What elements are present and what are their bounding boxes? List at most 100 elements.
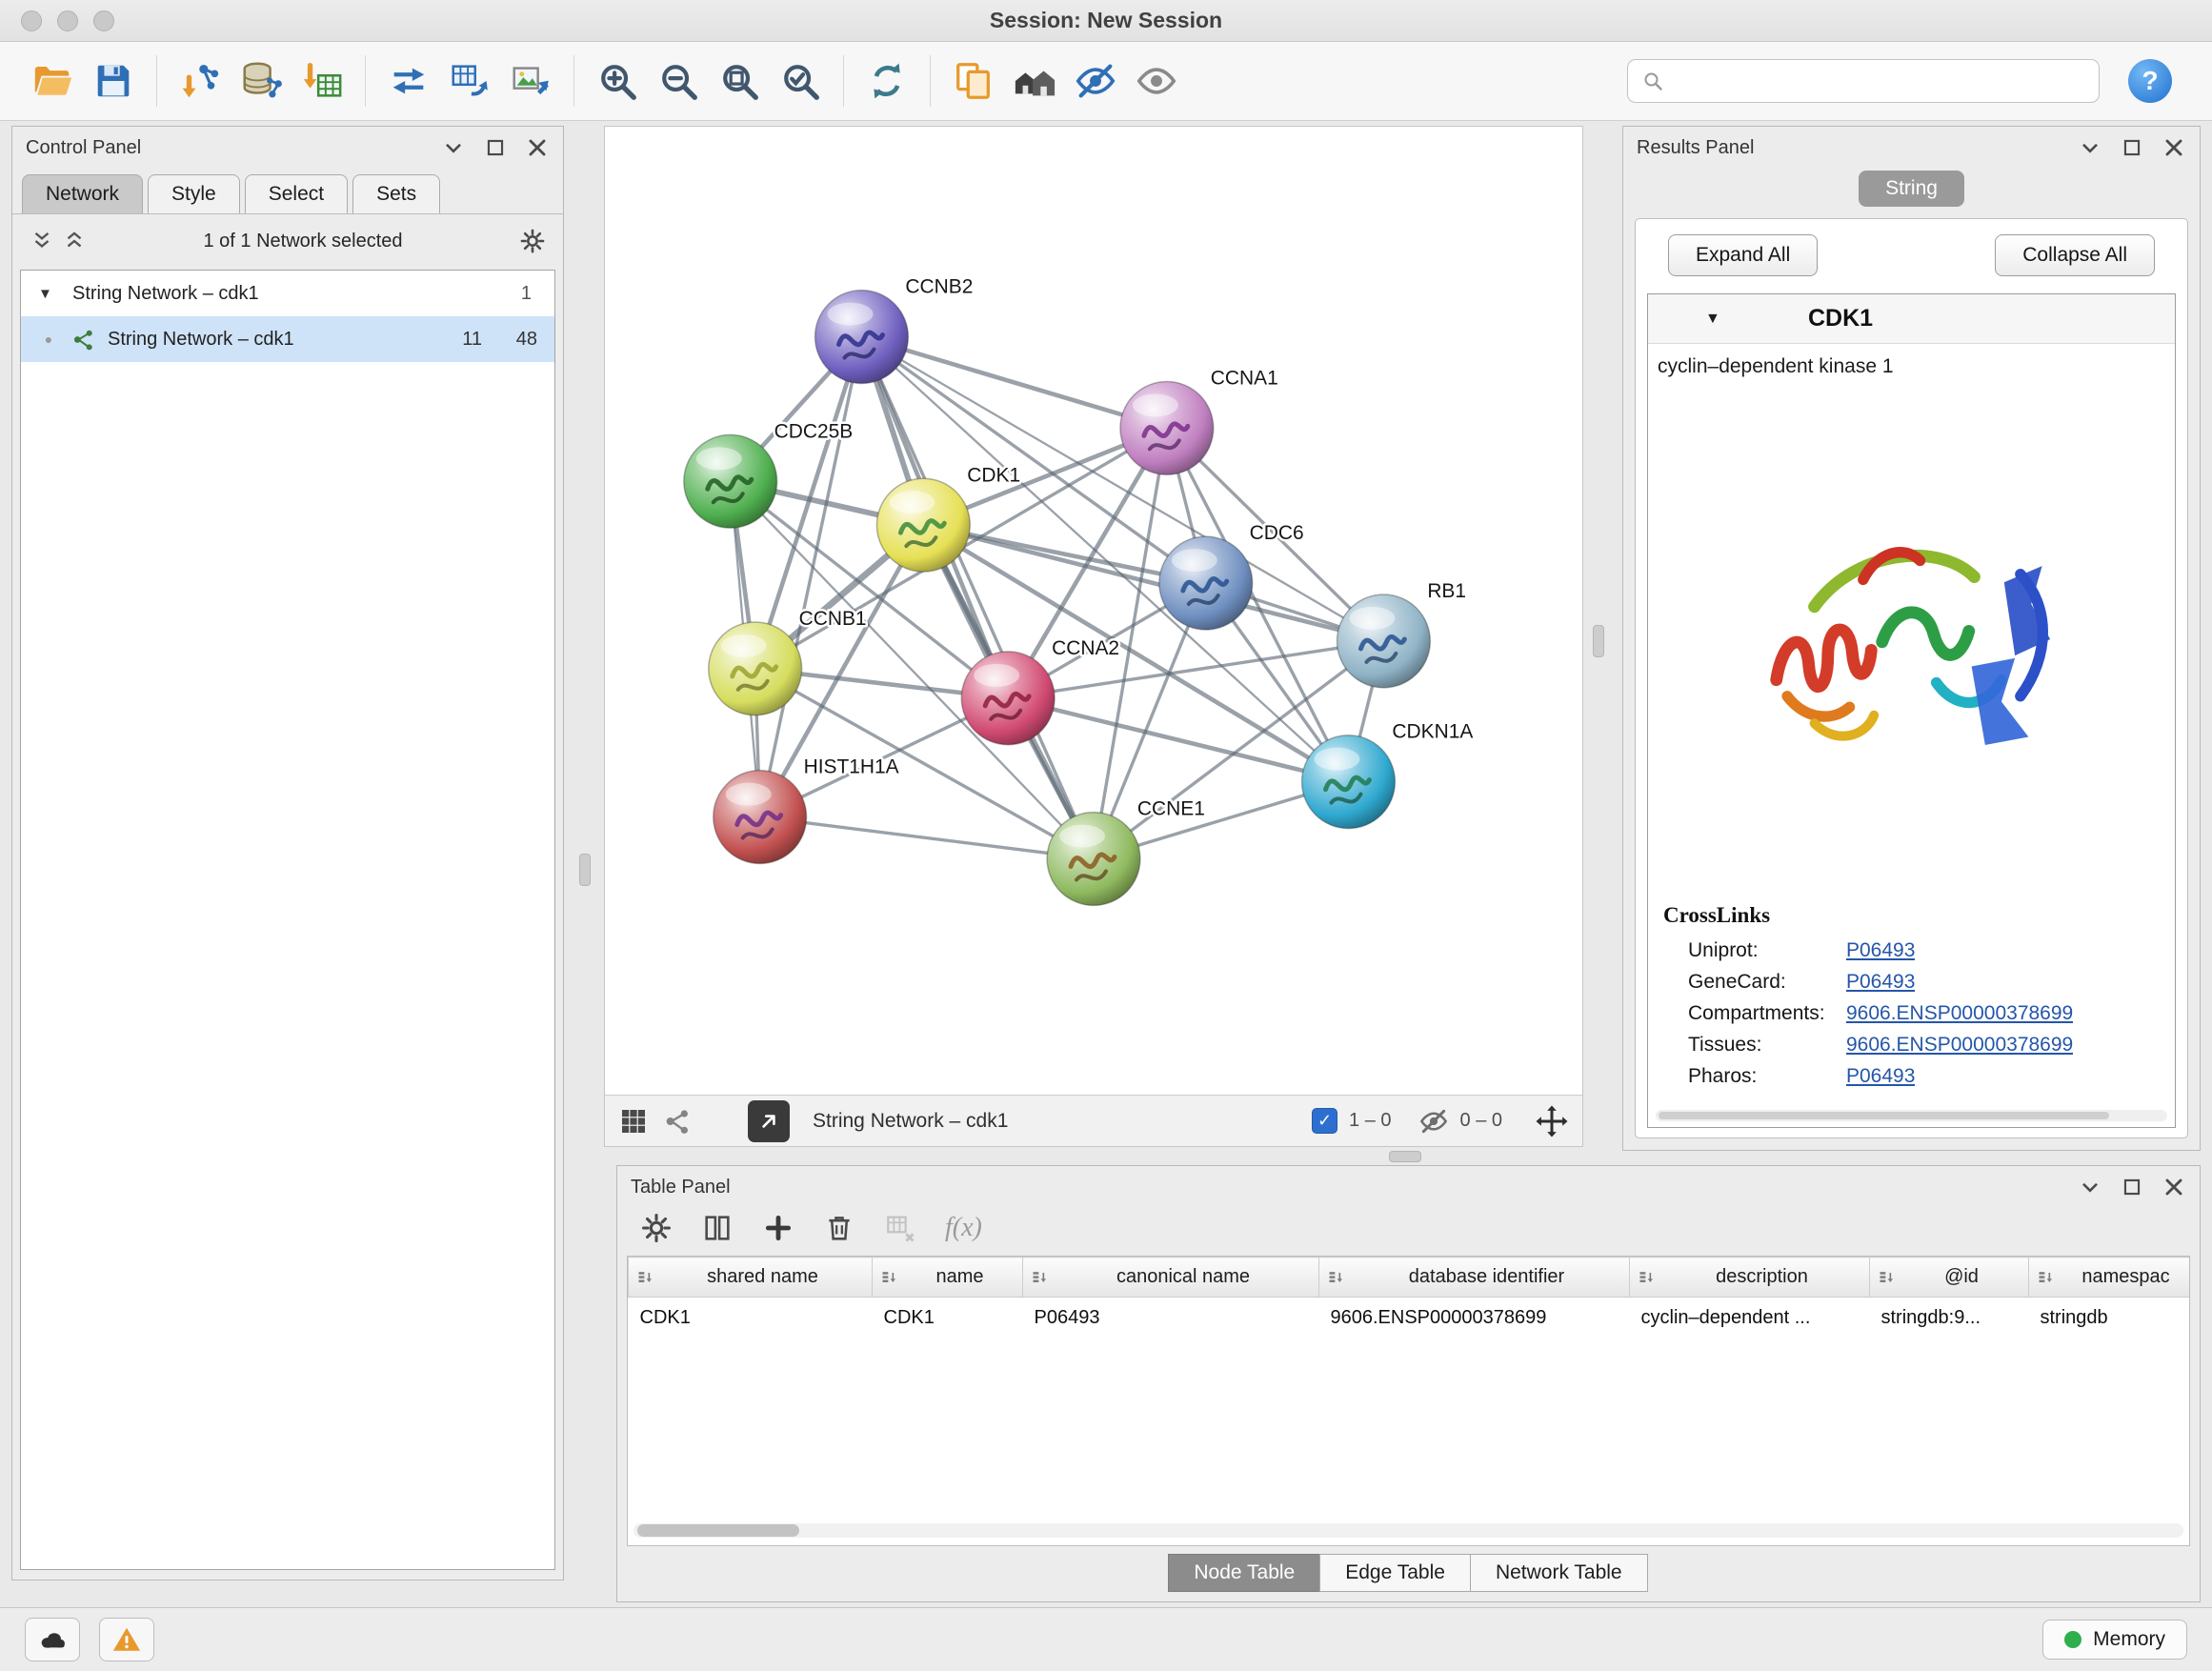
show-all-button[interactable] [1129,50,1184,111]
network-node-ccnb1[interactable] [709,622,802,715]
grid-view-icon[interactable] [618,1106,649,1137]
crosslink-value-link[interactable]: 9606.ENSP00000378699 [1846,1002,2073,1025]
close-panel-icon[interactable] [2162,1175,2186,1199]
disclosure-triangle-icon[interactable]: ▼ [38,286,61,302]
expand-all-button[interactable]: Expand All [1668,234,1818,276]
sort-icon[interactable] [636,1268,655,1287]
network-tree-root-row[interactable]: ▼ String Network – cdk1 1 [21,271,554,316]
import-table-button[interactable] [294,50,350,111]
table-cell[interactable]: 9606.ENSP00000378699 [1319,1298,1630,1339]
crosslink-value-link[interactable]: P06493 [1846,939,1915,962]
network-canvas-svg[interactable]: CCNB2CCNA1CDC25BCDK1CDC6RB1CCNB1CCNA2CDK… [605,127,1582,1095]
network-node-cdkn1a[interactable] [1302,735,1396,829]
memory-button[interactable]: Memory [2042,1620,2187,1660]
close-panel-icon[interactable] [2162,135,2186,160]
detach-view-button[interactable] [748,1100,790,1142]
tab-string[interactable]: String [1859,171,1964,207]
tab-sets[interactable]: Sets [352,174,440,213]
zoom-in-button[interactable] [590,50,645,111]
table-row[interactable]: CDK1CDK1P064939606.ENSP00000378699cyclin… [629,1298,2191,1339]
panel-menu-icon[interactable] [441,135,466,160]
network-edge[interactable] [861,337,1166,429]
collapse-entry-triangle-icon[interactable]: ▼ [1705,311,1728,328]
network-node-ccne1[interactable] [1047,813,1140,906]
network-node-cdk1[interactable] [876,478,970,572]
splitter-handle[interactable] [579,854,591,886]
sort-icon[interactable] [880,1268,899,1287]
network-edge[interactable] [861,337,1094,859]
table-cell[interactable]: stringdb:9... [1870,1298,2029,1339]
search-box[interactable] [1627,59,2100,103]
hidden-eye-slash-icon[interactable] [1418,1106,1449,1137]
column-header[interactable]: shared name [629,1258,873,1298]
tab-select[interactable]: Select [245,174,348,213]
close-window-button[interactable] [21,10,42,31]
cloud-button[interactable] [25,1618,80,1661]
network-node-cdc25b[interactable] [684,434,777,528]
network-node-ccna1[interactable] [1120,381,1214,474]
results-scrollbar[interactable] [1656,1110,2167,1121]
import-network-file-button[interactable] [172,50,228,111]
close-panel-icon[interactable] [525,135,550,160]
snapshot-button[interactable] [946,50,1001,111]
add-column-icon[interactable] [762,1212,794,1244]
splitter-handle[interactable] [1389,1151,1421,1162]
sort-icon[interactable] [1327,1268,1346,1287]
selected-checkbox[interactable]: ✓ [1312,1108,1337,1134]
sort-icon[interactable] [1878,1268,1897,1287]
maximize-window-button[interactable] [93,10,114,31]
network-tree-child-row[interactable]: ● String Network – cdk1 11 48 [21,316,554,362]
function-builder-button[interactable]: f(x) [945,1213,982,1243]
network-from-table-button[interactable] [442,50,497,111]
tab-node-table[interactable]: Node Table [1168,1554,1320,1592]
crosslink-value-link[interactable]: P06493 [1846,971,1915,994]
new-network-selection-button[interactable] [381,50,436,111]
expand-all-icon[interactable] [62,229,87,253]
network-canvas[interactable]: CCNB2CCNA1CDC25BCDK1CDC6RB1CCNB1CCNA2CDK… [605,127,1582,1095]
column-header[interactable]: database identifier [1319,1258,1630,1298]
help-button[interactable]: ? [2128,59,2172,103]
column-header[interactable]: description [1630,1258,1870,1298]
collapse-all-icon[interactable] [30,229,54,253]
network-node-ccnb2[interactable] [815,291,909,384]
table-cell[interactable]: CDK1 [873,1298,1023,1339]
collapse-all-button[interactable]: Collapse All [1995,234,2155,276]
network-node-ccna2[interactable] [961,652,1055,745]
float-panel-icon[interactable] [2120,1175,2144,1199]
crosslink-value-link[interactable]: 9606.ENSP00000378699 [1846,1034,2073,1057]
select-columns-icon[interactable] [701,1212,734,1244]
minimize-window-button[interactable] [57,10,78,31]
network-edge[interactable] [923,525,1383,641]
zoom-selected-button[interactable] [773,50,828,111]
column-header[interactable]: name [873,1258,1023,1298]
table-cell[interactable]: CDK1 [629,1298,873,1339]
network-overview-icon[interactable] [662,1106,693,1137]
splitter-handle[interactable] [1593,625,1604,657]
network-edge[interactable] [760,337,862,817]
float-panel-icon[interactable] [483,135,508,160]
gear-icon[interactable] [519,228,546,254]
float-panel-icon[interactable] [2120,135,2144,160]
panel-menu-icon[interactable] [2078,1175,2102,1199]
save-session-button[interactable] [86,50,141,111]
panel-menu-icon[interactable] [2078,135,2102,160]
column-header[interactable]: @id [1870,1258,2029,1298]
table-cell[interactable]: P06493 [1023,1298,1319,1339]
tab-network[interactable]: Network [22,174,143,213]
hide-selected-button[interactable] [1068,50,1123,111]
search-input[interactable] [1674,70,2085,92]
column-header[interactable]: canonical name [1023,1258,1319,1298]
tab-style[interactable]: Style [148,174,240,213]
export-image-button[interactable] [503,50,558,111]
refresh-layout-button[interactable] [859,50,915,111]
table-cell[interactable]: stringdb [2029,1298,2191,1339]
open-session-button[interactable] [25,50,80,111]
zoom-out-button[interactable] [651,50,706,111]
import-network-database-button[interactable] [233,50,289,111]
tab-network-table[interactable]: Network Table [1470,1554,1648,1592]
column-header[interactable]: namespac [2029,1258,2191,1298]
pan-tool-icon[interactable] [1535,1104,1569,1138]
zoom-fit-button[interactable] [712,50,767,111]
results-scrollbar-thumb[interactable] [1659,1112,2109,1119]
delete-column-icon[interactable] [823,1212,855,1244]
